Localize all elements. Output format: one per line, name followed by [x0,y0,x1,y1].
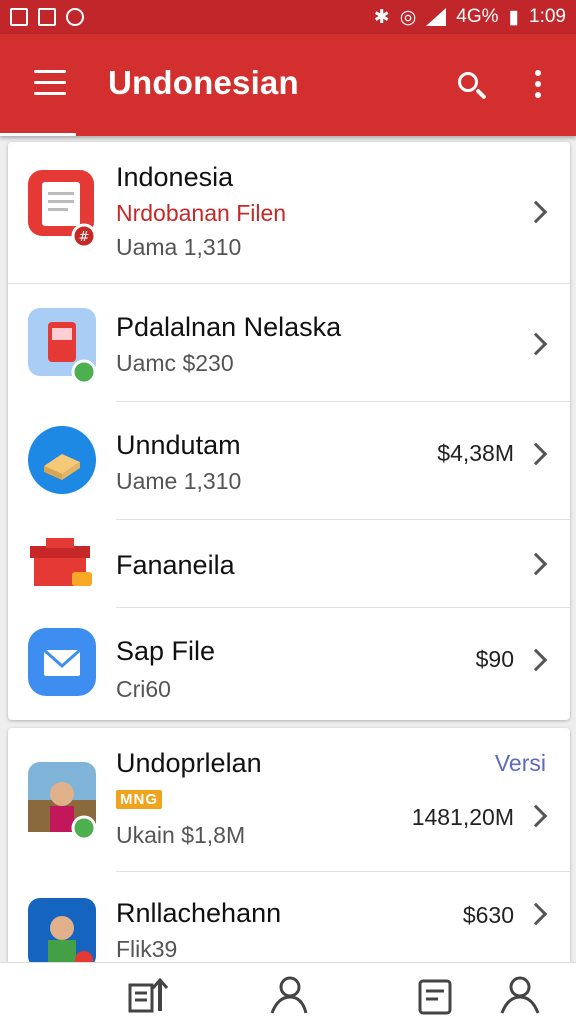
menu-button[interactable] [34,70,66,96]
apps-card: Undoprlelan Versi MNG Ukain $1,8M 1481,2… [8,728,570,968]
page-title: Undonesian [108,64,299,101]
account-icon[interactable] [498,973,542,1017]
photo-avatar-icon [28,762,98,841]
files-upload-icon[interactable] [126,973,170,1017]
document-app-icon: # [28,170,98,249]
item-meta: Uama 1,310 [116,234,242,260]
tag-badge: MNG [116,790,162,809]
bluetooth-icon: ✱ [373,6,390,28]
version-link[interactable]: Versi [495,750,546,777]
chevron-right-icon [524,804,548,828]
item-subtitle: Flik39 [116,936,178,962]
tab-indicator [0,133,76,136]
image-icon [10,8,28,26]
list-item[interactable]: Undoprlelan Versi MNG Ukain $1,8M 1481,2… [8,728,570,872]
clipboard-icon [38,8,56,26]
item-subtitle: Nrdobanan Filen [116,200,287,226]
item-amount: 1481,20M [411,804,514,830]
item-amount: $4,38M [437,440,514,466]
list-item[interactable]: Sap File Cri60 $90 [8,608,570,720]
chevron-right-icon [524,902,548,926]
svg-text:#: # [79,230,90,245]
alarm-icon: ◎ [399,6,417,28]
list-item[interactable]: Unndutam Uame 1,310 $4,38M [8,402,570,520]
person-icon[interactable] [266,973,310,1017]
item-title: Unndutam [116,430,241,460]
chevron-right-icon [524,552,548,576]
clock: 1:09 [529,6,566,27]
bottom-navigation [0,962,576,1024]
item-subtitle: Uame 1,310 [116,468,242,494]
app-bar: Undonesian [0,34,576,136]
item-amount: $90 [475,646,514,672]
list-item[interactable]: Pdalalnan Nelaska Uamc $230 [8,284,570,402]
photo-avatar-icon [28,898,98,968]
list-item[interactable]: Fananeila [8,520,570,608]
document-icon[interactable] [414,973,458,1017]
gift-box-icon [28,534,98,604]
location-icon [66,8,84,26]
mail-app-icon [28,628,98,698]
more-options-icon[interactable] [532,70,544,104]
item-amount: $630 [462,902,514,928]
item-title: Rnllachehann [116,898,282,928]
signal-label: 4G% [456,6,499,27]
item-title: Fananeila [116,550,235,580]
package-app-icon [28,308,98,385]
files-card: # Indonesia Nrdobanan Filen Uama 1,310 P… [8,142,570,720]
chevron-right-icon [524,442,548,466]
box-app-icon [28,426,98,496]
wifi-icon [426,8,447,26]
item-subtitle: Uamc $230 [116,350,234,376]
status-bar: ✱ ◎ 4G% ▮ 1:09 [0,0,576,34]
chevron-right-icon [524,648,548,672]
search-icon[interactable] [454,68,490,104]
item-title: Undoprlelan [116,748,262,778]
item-subtitle: Cri60 [116,676,171,702]
chevron-right-icon [524,200,548,224]
item-title: Sap File [116,636,216,666]
list-item[interactable]: Rnllachehann Flik39 $630 [8,872,570,968]
battery-icon: ▮ [508,6,520,28]
chevron-right-icon [524,332,548,356]
item-subtitle: Ukain $1,8M [116,822,246,848]
item-title: Pdalalnan Nelaska [116,312,342,342]
list-item[interactable]: # Indonesia Nrdobanan Filen Uama 1,310 [8,142,570,284]
item-title: Indonesia [116,162,234,192]
